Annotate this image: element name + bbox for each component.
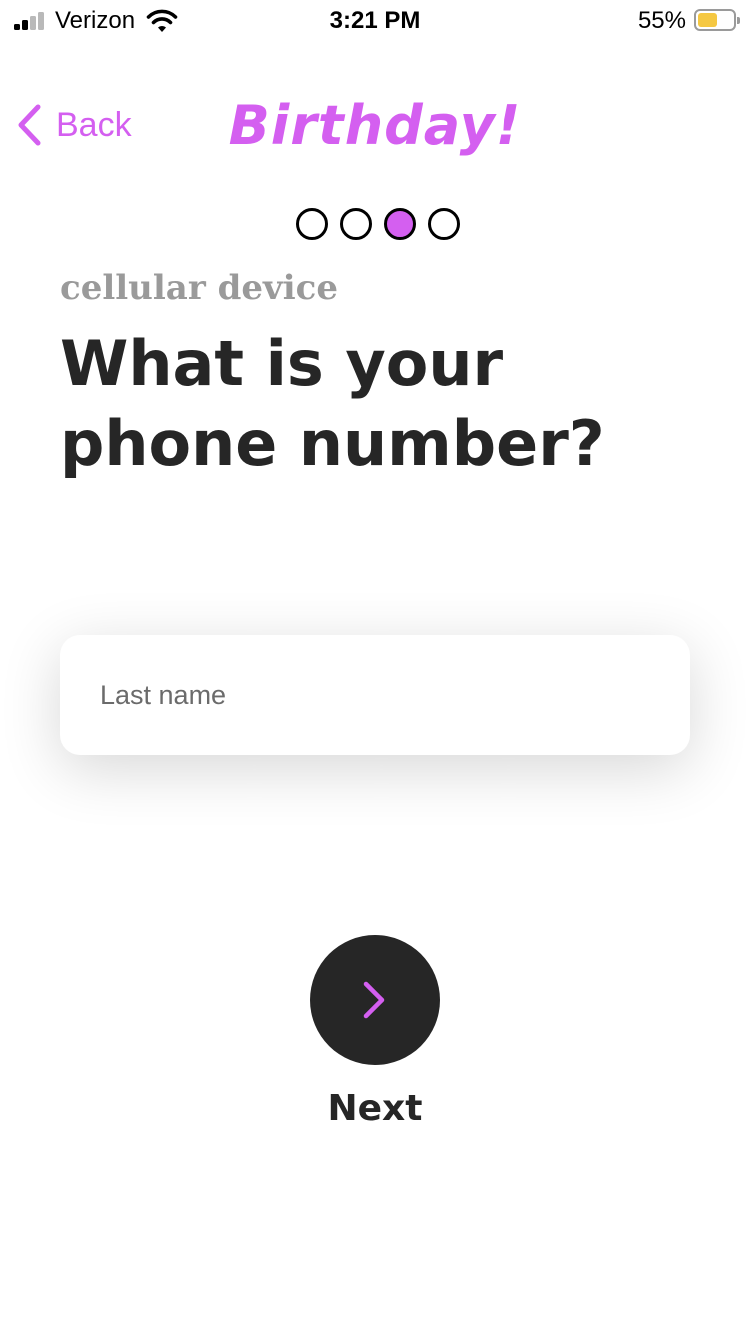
progress-dot-3 [384,208,416,240]
battery-level-fill [698,13,717,27]
app-logo: Birthday! [228,94,522,157]
progress-dot-2 [340,208,372,240]
progress-dot-4 [428,208,460,240]
battery-percentage: 55% [637,7,686,34]
phone-number-input[interactable] [100,635,660,755]
next-label: Next [327,1088,423,1129]
section-eyebrow: cellular device [60,268,338,308]
battery-icon [694,9,740,31]
next-button[interactable] [310,935,440,1065]
step-progress-indicator [296,208,460,240]
status-bar: Verizon 3:21 PM 55% [0,0,750,44]
progress-dot-1 [296,208,328,240]
input-card [60,635,690,755]
chevron-right-icon [363,981,385,1019]
page-title: What is your phone number? [60,327,605,480]
